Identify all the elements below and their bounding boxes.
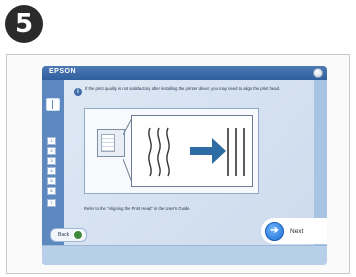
next-label: Next xyxy=(290,227,304,235)
installer-window: EPSON 1 2 3 4 5 6 7 i If the print quali… xyxy=(42,66,327,265)
printer-icon xyxy=(97,129,125,157)
info-icon: i xyxy=(74,88,82,96)
brand-logo: EPSON xyxy=(49,68,77,75)
next-button[interactable]: ➔ Next xyxy=(261,218,327,244)
sidebar-item-6[interactable]: 6 xyxy=(47,187,56,195)
print-head-diagram xyxy=(84,108,259,194)
bottom-bar xyxy=(42,245,327,265)
sidebar-item-1[interactable]: 1 xyxy=(47,137,56,145)
next-arrow-icon: ➔ xyxy=(265,221,284,241)
reference-text: Refer to the "Aligning the Print Head" i… xyxy=(84,206,191,211)
instruction-text: If the print quality is not satisfactory… xyxy=(85,86,281,91)
alignment-callout xyxy=(131,115,253,187)
help-button[interactable] xyxy=(313,68,323,78)
misaligned-lines-icon xyxy=(148,127,170,177)
sidebar-item-3[interactable]: 3 xyxy=(47,157,56,165)
sidebar-item-7[interactable]: 7 xyxy=(47,199,56,207)
back-arrow-icon xyxy=(73,230,84,240)
book-icon xyxy=(46,98,60,111)
step-number-badge: 5 xyxy=(5,5,43,43)
title-bar: EPSON xyxy=(42,66,327,80)
aligned-lines-icon xyxy=(227,128,245,176)
back-label: Back xyxy=(58,232,70,238)
sidebar-item-2[interactable]: 2 xyxy=(47,147,56,155)
sidebar-item-5[interactable]: 5 xyxy=(47,177,56,185)
back-button[interactable]: Back xyxy=(50,228,88,242)
sidebar-item-4[interactable]: 4 xyxy=(47,167,56,175)
